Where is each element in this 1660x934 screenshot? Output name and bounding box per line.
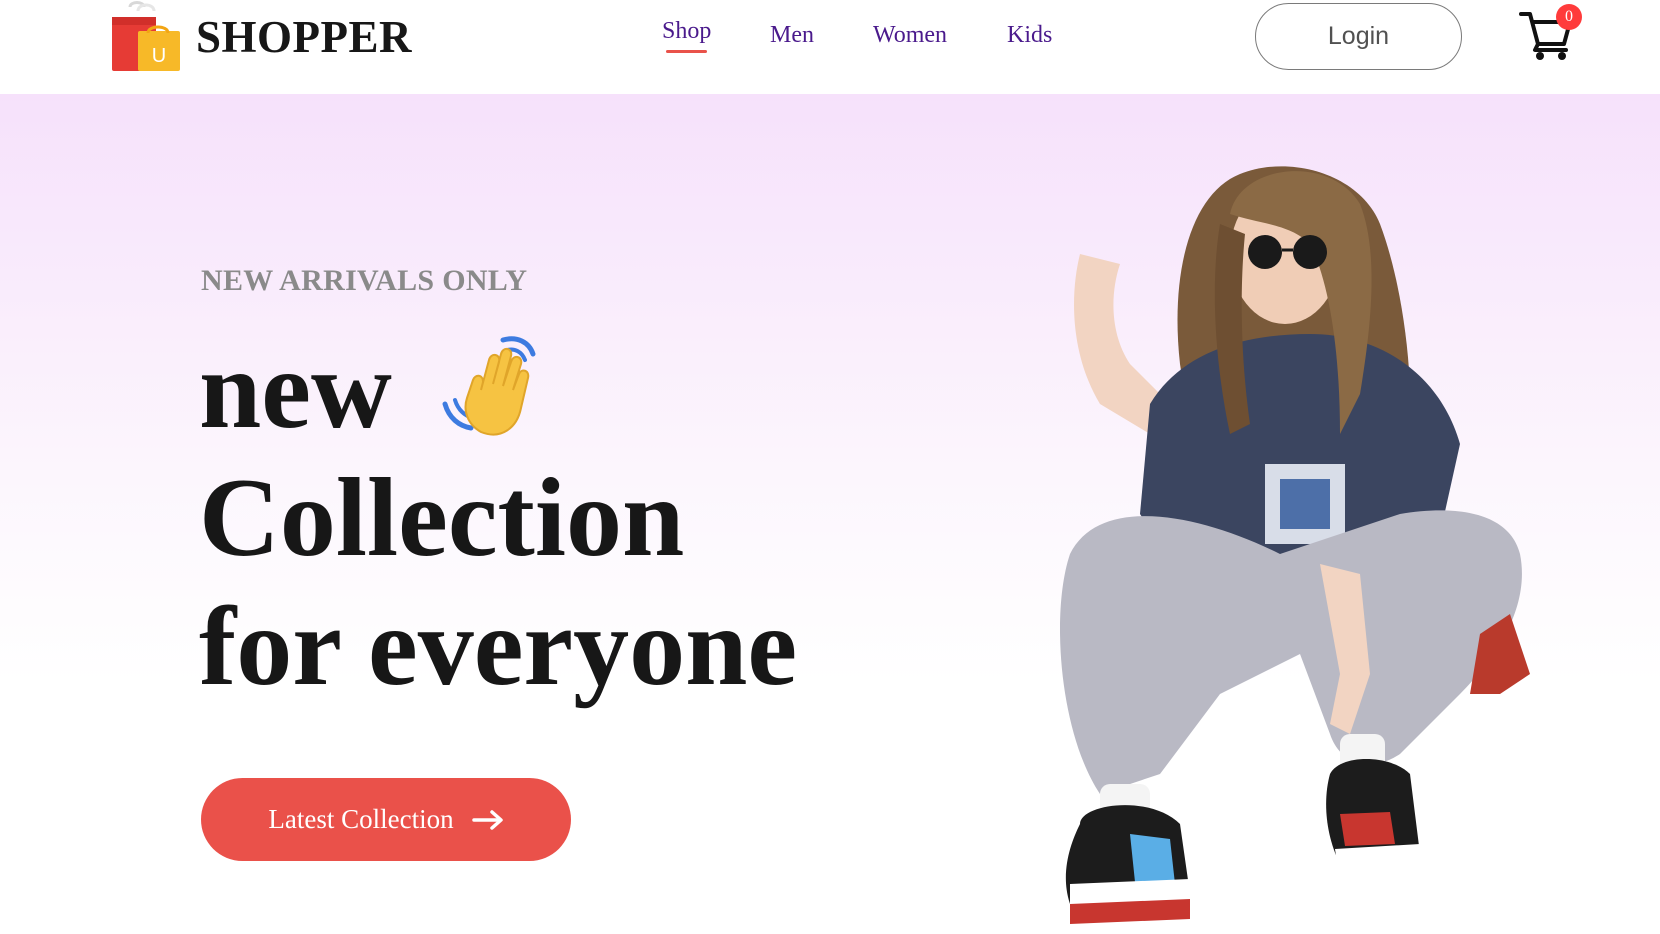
waving-hand-icon bbox=[442, 336, 536, 436]
nav-item-shop[interactable]: Shop bbox=[662, 18, 711, 53]
hero-tagline: NEW ARRIVALS ONLY bbox=[201, 264, 528, 297]
nav-item-kids[interactable]: Kids bbox=[1007, 22, 1052, 49]
latest-collection-label: Latest Collection bbox=[268, 804, 454, 834]
cart-count-badge: 0 bbox=[1556, 4, 1582, 30]
hero-heading-line-3: for everyone bbox=[199, 585, 798, 709]
cart-button[interactable]: 0 bbox=[1518, 4, 1582, 62]
hero-section: NEW ARRIVALS ONLY new Collection for eve… bbox=[0, 94, 1660, 934]
hero-heading-line-2: Collection bbox=[199, 456, 685, 580]
nav-item-men[interactable]: Men bbox=[770, 22, 814, 49]
nav-item-women[interactable]: Women bbox=[873, 22, 947, 49]
navbar: U SHOPPER Shop Men Women Kids Login 0 bbox=[0, 0, 1660, 94]
login-button[interactable]: Login bbox=[1255, 3, 1462, 70]
latest-collection-button[interactable]: Latest Collection bbox=[201, 778, 571, 861]
hero-model-image bbox=[1060, 166, 1530, 924]
arrow-right-icon bbox=[471, 809, 503, 830]
hero-heading-line-1: new bbox=[199, 328, 392, 452]
